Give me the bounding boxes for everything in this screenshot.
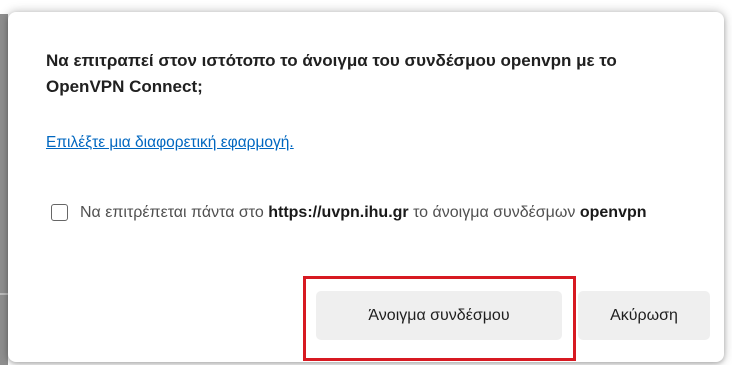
- site-origin: https://uvpn.ihu.gr: [268, 204, 409, 221]
- open-external-link-dialog: Να επιτραπεί στον ιστότοπο το άνοιγμα το…: [8, 12, 724, 362]
- cancel-button[interactable]: Ακύρωση: [578, 291, 710, 340]
- always-allow-label: Να επιτρέπεται πάντα στο https://uvpn.ih…: [80, 200, 700, 225]
- choose-different-app-link[interactable]: Επιλέξτε μια διαφορετική εφαρμογή.: [46, 134, 294, 152]
- always-allow-text-2: το άνοιγμα συνδέσμων: [408, 204, 580, 221]
- protocol-name: openvpn: [579, 204, 647, 221]
- browser-window-edge: [0, 14, 8, 365]
- dialog-title: Να επιτραπεί στον ιστότοπο το άνοιγμα το…: [46, 51, 617, 96]
- always-allow-checkbox[interactable]: [51, 204, 68, 221]
- open-link-button[interactable]: Άνοιγμα συνδέσμου: [316, 291, 562, 340]
- always-allow-text-1: Να επιτρέπεται πάντα στο: [80, 204, 269, 221]
